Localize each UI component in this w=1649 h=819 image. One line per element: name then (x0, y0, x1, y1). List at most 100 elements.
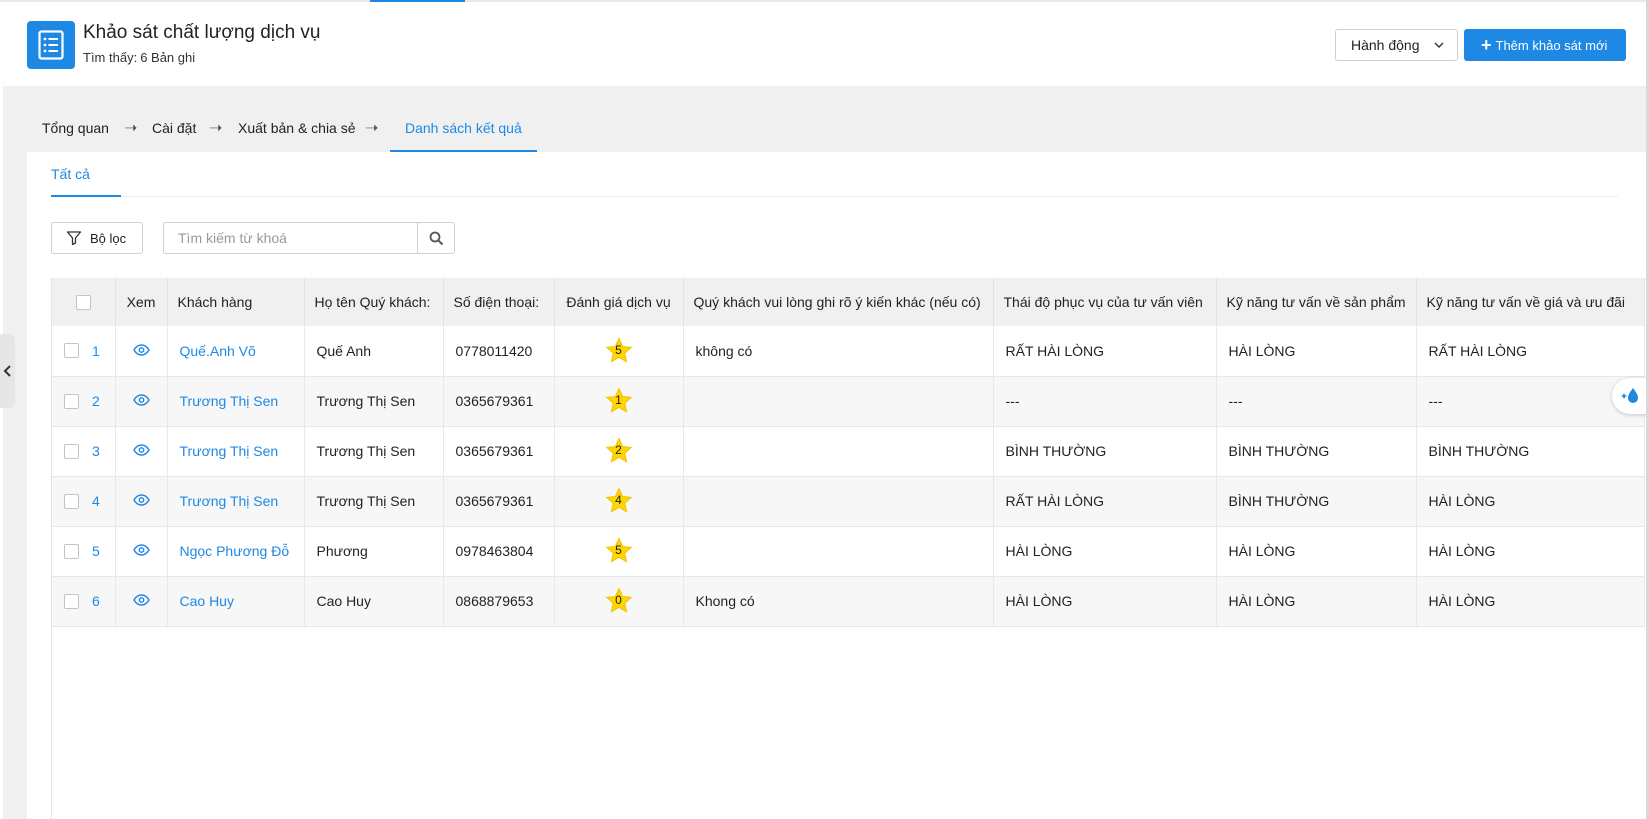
row-index: 2 (92, 393, 100, 409)
comment-cell (683, 526, 994, 577)
phone-cell: 0978463804 (443, 526, 555, 577)
attitude-cell: HÀI LÒNG (993, 526, 1217, 577)
header-comment: Quý khách vui lòng ghi rõ ý kiến khác (n… (683, 278, 994, 326)
header-select-all[interactable] (52, 278, 116, 326)
rating-value: 0 (615, 593, 622, 607)
eye-icon[interactable] (132, 594, 150, 606)
comment-cell (683, 476, 994, 527)
price-skill-cell: --- (1416, 376, 1645, 427)
customer-link[interactable]: Cao Huy (167, 576, 305, 627)
select-all-checkbox[interactable] (75, 295, 91, 311)
attitude-cell: --- (993, 376, 1217, 427)
rating-value: 1 (615, 393, 622, 407)
view-cell (115, 376, 168, 427)
price-skill-cell: HÀI LÒNG (1416, 576, 1645, 627)
row-checkbox[interactable] (64, 393, 79, 409)
customer-link[interactable]: Trương Thị Sen (167, 376, 305, 427)
step-results-list[interactable]: Danh sách kết quả (405, 120, 522, 136)
price-skill-cell: HÀI LÒNG (1416, 526, 1645, 577)
customer-link[interactable]: Trương Thị Sen (167, 476, 305, 527)
eye-icon[interactable] (132, 394, 150, 406)
record-count-label: Tìm thấy: (83, 50, 138, 65)
customer-link[interactable]: Ngọc Phương Đỗ (167, 526, 305, 577)
row-checkbox[interactable] (64, 593, 79, 609)
row-checkbox[interactable] (64, 443, 79, 459)
plus-icon: + (1481, 35, 1492, 55)
table-row: 2 Trương Thị Sen Trương Thị Sen 0365679361 1… (52, 376, 1645, 427)
action-dropdown-button[interactable]: Hành động (1335, 29, 1458, 61)
price-skill-cell: BÌNH THƯỜNG (1416, 426, 1645, 477)
row-select-cell: 4 (52, 476, 116, 527)
row-select-cell: 6 (52, 576, 116, 627)
filter-button[interactable]: Bộ lọc (51, 222, 143, 254)
product-skill-cell: HÀI LÒNG (1216, 526, 1417, 577)
record-count-value: 6 Bản ghi (140, 50, 196, 65)
phone-cell: 0778011420 (443, 326, 555, 377)
filter-icon (66, 231, 82, 246)
comment-cell (683, 426, 994, 477)
table-row: 5 Ngọc Phương Đỗ Phương 0978463804 5 HÀI LÒNG… (52, 526, 1645, 577)
eye-icon[interactable] (132, 344, 150, 356)
eye-icon[interactable] (132, 544, 150, 556)
search-button[interactable] (417, 223, 454, 253)
header-product-skill: Kỹ năng tư vấn về sản phẩm (1216, 278, 1417, 326)
add-survey-label: Thêm khảo sát mới (1495, 37, 1608, 53)
rating-value: 2 (615, 443, 622, 457)
sidebar-toggle[interactable] (0, 334, 15, 408)
row-checkbox[interactable] (64, 493, 79, 509)
row-select-cell: 5 (52, 526, 116, 577)
chevron-down-icon (1434, 42, 1444, 48)
header-attitude: Thái độ phục vụ của tư vấn viên (993, 278, 1217, 326)
filter-label: Bộ lọc (90, 230, 127, 246)
row-checkbox[interactable] (64, 343, 79, 359)
customer-link[interactable]: Quế.Anh Võ (167, 326, 305, 377)
eye-icon[interactable] (132, 494, 150, 506)
step-publish-share[interactable]: Xuất bản & chia sẻ (238, 120, 356, 136)
arrow-right-icon: ➝ (365, 120, 379, 137)
search-box (163, 222, 455, 254)
phone-cell: 0365679361 (443, 376, 555, 427)
customer-link[interactable]: Trương Thị Sen (167, 426, 305, 477)
step-settings[interactable]: Cài đặt (152, 120, 196, 136)
rating-cell: 0 (554, 576, 684, 627)
star-icon: 4 (604, 487, 634, 515)
full-name-cell: Trương Thị Sen (304, 476, 444, 527)
sparkle-drop-icon (1621, 388, 1638, 403)
add-survey-button[interactable]: + Thêm khảo sát mới (1464, 29, 1626, 61)
row-index: 5 (92, 543, 100, 559)
attitude-cell: RẤT HÀI LÒNG (993, 326, 1217, 377)
rating-cell: 4 (554, 476, 684, 527)
table-row: 1 Quế.Anh Võ Quế Anh 0778011420 5 không có RẤT… (52, 326, 1645, 377)
header-price-skill: Kỹ năng tư vấn về giá và ưu đãi (1416, 278, 1645, 326)
table-header-row: Xem Khách hàng Họ tên Quý khách: Số điện… (52, 278, 1645, 326)
page-title: Khảo sát chất lượng dịch vụ (83, 22, 321, 43)
search-input[interactable] (164, 223, 418, 253)
view-cell (115, 476, 168, 527)
row-index: 1 (92, 342, 100, 359)
record-count: Tìm thấy: 6 Bản ghi (83, 50, 195, 65)
tab-all[interactable]: Tất cả (51, 166, 90, 182)
row-checkbox[interactable] (64, 543, 79, 559)
full-name-cell: Phương (304, 526, 444, 577)
full-name-cell: Trương Thị Sen (304, 376, 444, 427)
step-overview[interactable]: Tổng quan (42, 120, 109, 136)
rating-value: 5 (615, 543, 622, 557)
view-cell (115, 326, 168, 377)
rating-cell: 1 (554, 376, 684, 427)
eye-icon[interactable] (132, 444, 150, 456)
product-skill-cell: --- (1216, 376, 1417, 427)
row-index: 6 (92, 593, 100, 609)
view-cell (115, 526, 168, 577)
results-table: Xem Khách hàng Họ tên Quý khách: Số điện… (51, 278, 1645, 819)
attitude-cell: RẤT HÀI LÒNG (993, 476, 1217, 527)
floating-assistant-button[interactable] (1612, 378, 1649, 414)
row-index: 4 (92, 493, 100, 509)
attitude-cell: HÀI LÒNG (993, 576, 1217, 627)
product-skill-cell: HÀI LÒNG (1216, 326, 1417, 377)
header-rating: Đánh giá dịch vụ (554, 278, 684, 326)
rating-cell: 2 (554, 426, 684, 477)
price-skill-cell: HÀI LÒNG (1416, 476, 1645, 527)
product-skill-cell: HÀI LÒNG (1216, 576, 1417, 627)
header-phone: Số điện thoại: (443, 278, 555, 326)
star-icon: 5 (604, 537, 634, 565)
